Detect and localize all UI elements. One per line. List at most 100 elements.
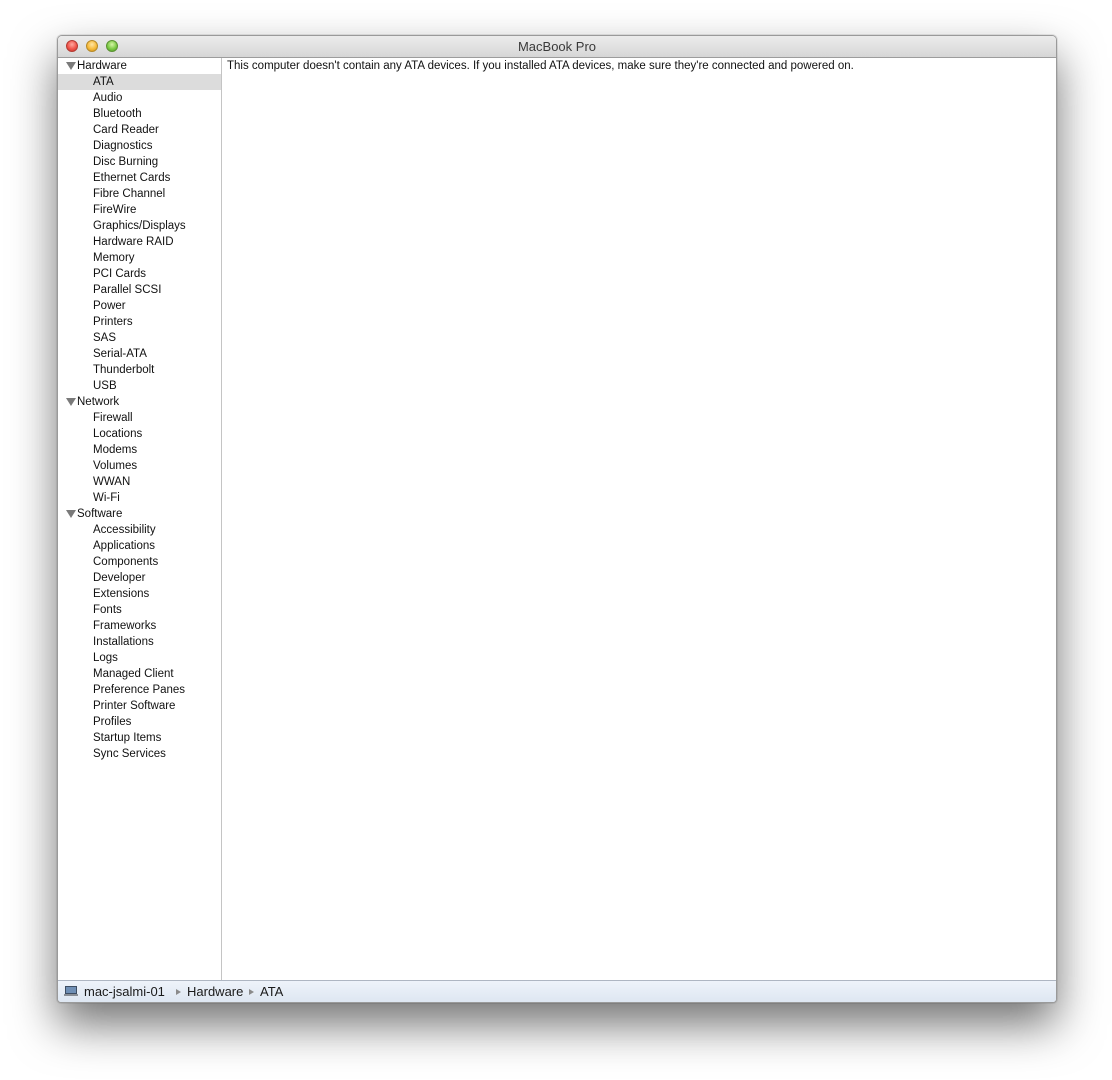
sidebar-item-logs[interactable]: Logs	[58, 650, 221, 666]
sidebar-item-label: Wi-Fi	[93, 492, 120, 504]
sidebar-item-installations[interactable]: Installations	[58, 634, 221, 650]
sidebar-item-label: Fonts	[93, 604, 122, 616]
sidebar-item-preference-panes[interactable]: Preference Panes	[58, 682, 221, 698]
sidebar-group-network[interactable]: Network	[58, 394, 221, 410]
system-information-window: MacBook Pro Hardware ATA Audio Bluetooth Car…	[57, 35, 1057, 1003]
sidebar-item-label: Disc Burning	[93, 156, 159, 168]
sidebar-item-bluetooth[interactable]: Bluetooth	[58, 106, 221, 122]
disclosure-triangle-icon[interactable]	[66, 510, 76, 518]
sidebar-item-usb[interactable]: USB	[58, 378, 221, 394]
sidebar-item-label: Printers	[93, 316, 133, 328]
sidebar-item-power[interactable]: Power	[58, 298, 221, 314]
sidebar-item-label: Hardware RAID	[93, 236, 174, 248]
sidebar-item-label: Thunderbolt	[93, 364, 155, 376]
path-item-hardware[interactable]: Hardware	[187, 981, 243, 1002]
sidebar-item-parallel-scsi[interactable]: Parallel SCSI	[58, 282, 221, 298]
sidebar-item-ethernet-cards[interactable]: Ethernet Cards	[58, 170, 221, 186]
sidebar-item-firewall[interactable]: Firewall	[58, 410, 221, 426]
laptop-icon	[64, 986, 78, 996]
sidebar-item-label: Fibre Channel	[93, 188, 166, 200]
sidebar-item-disc-burning[interactable]: Disc Burning	[58, 154, 221, 170]
sidebar-item-graphics-displays[interactable]: Graphics/Displays	[58, 218, 221, 234]
sidebar-item-locations[interactable]: Locations	[58, 426, 221, 442]
sidebar-item-sync-services[interactable]: Sync Services	[58, 746, 221, 762]
sidebar-item-managed-client[interactable]: Managed Client	[58, 666, 221, 682]
sidebar-item-sas[interactable]: SAS	[58, 330, 221, 346]
sidebar-item-modems[interactable]: Modems	[58, 442, 221, 458]
sidebar-item-accessibility[interactable]: Accessibility	[58, 522, 221, 538]
sidebar-item-profiles[interactable]: Profiles	[58, 714, 221, 730]
window-title: MacBook Pro	[517, 39, 597, 54]
sidebar-item-label: PCI Cards	[93, 268, 147, 280]
sidebar-item-firewire[interactable]: FireWire	[58, 202, 221, 218]
sidebar-item-diagnostics[interactable]: Diagnostics	[58, 138, 221, 154]
sidebar-item-label: USB	[93, 380, 117, 392]
sidebar-item-label: Installations	[93, 636, 154, 648]
sidebar-item-label: Firewall	[93, 412, 133, 424]
disclosure-triangle-icon[interactable]	[66, 398, 76, 406]
sidebar-item-label: Startup Items	[93, 732, 162, 744]
sidebar-item-wwan[interactable]: WWAN	[58, 474, 221, 490]
sidebar-item-components[interactable]: Components	[58, 554, 221, 570]
sidebar-item-pci-cards[interactable]: PCI Cards	[58, 266, 221, 282]
sidebar-item-label: Printer Software	[93, 700, 176, 712]
content-message: This computer doesn't contain any ATA de…	[227, 60, 854, 72]
sidebar-item-label: Components	[93, 556, 159, 568]
sidebar-item-label: Developer	[93, 572, 146, 584]
sidebar-item-thunderbolt[interactable]: Thunderbolt	[58, 362, 221, 378]
sidebar-item-label: Bluetooth	[93, 108, 142, 120]
sidebar-group-label: Software	[77, 508, 123, 520]
path-separator-icon	[176, 989, 181, 995]
sidebar-item-label: Profiles	[93, 716, 132, 728]
sidebar: Hardware ATA Audio Bluetooth Card Reader Diag…	[58, 58, 222, 980]
sidebar-item-label: Frameworks	[93, 620, 157, 632]
sidebar-item-fibre-channel[interactable]: Fibre Channel	[58, 186, 221, 202]
sidebar-item-label: FireWire	[93, 204, 137, 216]
sidebar-item-label: Card Reader	[93, 124, 159, 136]
sidebar-item-fonts[interactable]: Fonts	[58, 602, 221, 618]
sidebar-item-label: Audio	[93, 92, 123, 104]
title-bar[interactable]: MacBook Pro	[58, 36, 1056, 58]
sidebar-item-label: Serial-ATA	[93, 348, 147, 360]
sidebar-item-printers[interactable]: Printers	[58, 314, 221, 330]
sidebar-item-startup-items[interactable]: Startup Items	[58, 730, 221, 746]
sidebar-item-label: Ethernet Cards	[93, 172, 171, 184]
sidebar-item-printer-software[interactable]: Printer Software	[58, 698, 221, 714]
path-item-ata[interactable]: ATA	[260, 981, 283, 1002]
sidebar-item-label: SAS	[93, 332, 117, 344]
sidebar-item-hardware-raid[interactable]: Hardware RAID	[58, 234, 221, 250]
sidebar-item-label: Diagnostics	[93, 140, 153, 152]
disclosure-triangle-icon[interactable]	[66, 62, 76, 70]
sidebar-item-label: Managed Client	[93, 668, 174, 680]
sidebar-item-label: Preference Panes	[93, 684, 186, 696]
sidebar-item-developer[interactable]: Developer	[58, 570, 221, 586]
sidebar-item-ata[interactable]: ATA	[58, 74, 221, 90]
sidebar-item-label: Volumes	[93, 460, 138, 472]
path-item-computer[interactable]: mac-jsalmi-01	[84, 981, 165, 1002]
sidebar-item-memory[interactable]: Memory	[58, 250, 221, 266]
sidebar-item-label: Locations	[93, 428, 143, 440]
sidebar-item-serial-ata[interactable]: Serial-ATA	[58, 346, 221, 362]
sidebar-item-extensions[interactable]: Extensions	[58, 586, 221, 602]
sidebar-item-volumes[interactable]: Volumes	[58, 458, 221, 474]
sidebar-group-hardware[interactable]: Hardware	[58, 58, 221, 74]
sidebar-item-label: Modems	[93, 444, 138, 456]
sidebar-item-audio[interactable]: Audio	[58, 90, 221, 106]
sidebar-item-label: Sync Services	[93, 748, 166, 760]
sidebar-item-label: Graphics/Displays	[93, 220, 186, 232]
sidebar-group-label: Hardware	[77, 60, 127, 72]
sidebar-item-label: Power	[93, 300, 126, 312]
sidebar-group-software[interactable]: Software	[58, 506, 221, 522]
sidebar-item-label: Applications	[93, 540, 156, 552]
path-separator-icon	[249, 989, 254, 995]
sidebar-item-wi-fi[interactable]: Wi-Fi	[58, 490, 221, 506]
sidebar-item-card-reader[interactable]: Card Reader	[58, 122, 221, 138]
sidebar-group-label: Network	[77, 396, 120, 408]
sidebar-item-label: Parallel SCSI	[93, 284, 162, 296]
sidebar-item-frameworks[interactable]: Frameworks	[58, 618, 221, 634]
sidebar-item-label: Extensions	[93, 588, 150, 600]
sidebar-item-label: Memory	[93, 252, 135, 264]
sidebar-item-applications[interactable]: Applications	[58, 538, 221, 554]
path-bar: mac-jsalmi-01 Hardware ATA	[58, 980, 1056, 1002]
content-pane: This computer doesn't contain any ATA de…	[222, 58, 1056, 980]
